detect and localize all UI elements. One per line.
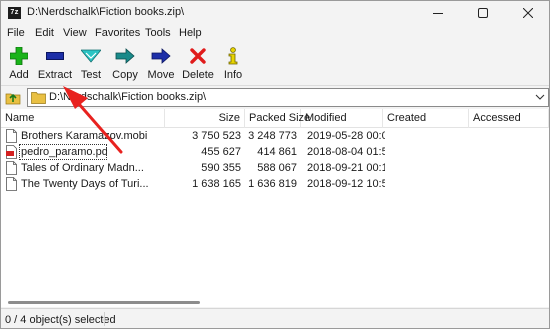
file-modified: 2018-08-04 01:53 xyxy=(307,146,385,158)
menu-file[interactable]: File xyxy=(5,27,27,39)
table-row[interactable]: Tales of Ordinary Madn... 590 355 588 06… xyxy=(1,160,549,176)
delete-icon xyxy=(187,46,209,66)
file-modified: 2019-05-28 00:07 xyxy=(307,130,385,142)
status-divider xyxy=(104,312,105,326)
up-folder-button[interactable] xyxy=(4,89,22,106)
menu-help[interactable]: Help xyxy=(177,27,204,39)
move-button[interactable]: Move xyxy=(147,46,175,84)
folder-icon xyxy=(31,92,46,104)
app-icon: 7z xyxy=(8,7,21,19)
file-size: 590 355 xyxy=(201,162,241,174)
scrollbar-thumb[interactable] xyxy=(8,301,200,304)
column-modified[interactable]: Modified xyxy=(301,109,383,128)
file-list: Name Size Packed Size Modified Created A… xyxy=(1,109,549,307)
move-label: Move xyxy=(147,69,175,81)
file-size: 455 627 xyxy=(201,146,241,158)
test-button[interactable]: Test xyxy=(79,46,103,84)
add-label: Add xyxy=(9,69,29,81)
add-button[interactable]: Add xyxy=(7,46,31,84)
column-name[interactable]: Name xyxy=(1,109,165,128)
menu-favorites[interactable]: Favorites xyxy=(93,27,142,39)
pdf-icon xyxy=(6,145,17,159)
address-bar: D:\Nerdschalk\Fiction books.zip\ xyxy=(1,87,549,107)
extract-label: Extract xyxy=(37,69,73,81)
file-size: 3 750 523 xyxy=(192,130,241,142)
file-packed-size: 1 636 819 xyxy=(248,178,297,190)
test-label: Test xyxy=(80,69,102,81)
table-row[interactable]: The Twenty Days of Turi... 1 638 165 1 6… xyxy=(1,176,549,192)
column-created[interactable]: Created xyxy=(383,109,469,128)
column-header: Name Size Packed Size Modified Created A… xyxy=(1,109,549,128)
menu-view[interactable]: View xyxy=(61,27,89,39)
title-bar: 7z D:\Nerdschalk\Fiction books.zip\ xyxy=(1,1,549,25)
minimize-icon xyxy=(433,13,443,14)
file-modified: 2018-09-12 10:51 xyxy=(307,178,385,190)
file-name: pedro_paramo.pdf xyxy=(19,144,107,160)
address-field[interactable]: D:\Nerdschalk\Fiction books.zip\ xyxy=(27,88,549,107)
address-path: D:\Nerdschalk\Fiction books.zip\ xyxy=(49,91,207,103)
menu-tools[interactable]: Tools xyxy=(143,27,173,39)
folder-up-icon xyxy=(5,93,21,105)
info-label: Info xyxy=(223,69,243,81)
document-icon xyxy=(6,177,17,191)
status-bar: 0 / 4 object(s) selected xyxy=(1,308,549,328)
file-modified: 2018-09-21 00:17 xyxy=(307,162,385,174)
horizontal-scrollbar[interactable] xyxy=(1,298,549,307)
menu-bar: File Edit View Favorites Tools Help xyxy=(1,26,549,43)
delete-button[interactable]: Delete xyxy=(182,46,214,84)
column-packed-size[interactable]: Packed Size xyxy=(245,109,310,128)
copy-label: Copy xyxy=(112,69,138,81)
info-button[interactable]: Info xyxy=(221,46,245,84)
test-icon xyxy=(80,46,102,66)
file-name: The Twenty Days of Turi... xyxy=(21,178,149,190)
copy-button[interactable]: Copy xyxy=(111,46,139,84)
table-row[interactable]: Brothers Karamazov.mobi 3 750 523 3 248 … xyxy=(1,128,549,144)
delete-label: Delete xyxy=(182,69,214,81)
close-icon xyxy=(523,8,533,18)
file-name: Brothers Karamazov.mobi xyxy=(21,130,148,142)
file-packed-size: 588 067 xyxy=(257,162,297,174)
file-name: Tales of Ordinary Madn... xyxy=(21,162,144,174)
toolbar: Add Extract Test Copy Move Delete Info xyxy=(1,44,549,86)
chevron-down-icon xyxy=(535,94,545,100)
close-button[interactable] xyxy=(509,1,547,25)
status-text: 0 / 4 object(s) selected xyxy=(5,314,116,326)
extract-button[interactable]: Extract xyxy=(37,46,73,84)
file-packed-size: 414 861 xyxy=(257,146,297,158)
document-icon xyxy=(6,129,17,143)
maximize-icon xyxy=(478,8,488,18)
minimize-button[interactable] xyxy=(419,1,457,25)
copy-icon xyxy=(114,46,136,66)
table-row[interactable]: pedro_paramo.pdf 455 627 414 861 2018-08… xyxy=(1,144,549,160)
column-accessed[interactable]: Accessed xyxy=(469,109,549,128)
extract-icon xyxy=(44,46,66,66)
window-title: D:\Nerdschalk\Fiction books.zip\ xyxy=(27,6,185,18)
column-size[interactable]: Size xyxy=(165,109,245,128)
move-icon xyxy=(150,46,172,66)
document-icon xyxy=(6,161,17,175)
file-packed-size: 3 248 773 xyxy=(248,130,297,142)
menu-edit[interactable]: Edit xyxy=(33,27,56,39)
app-window: 7z D:\Nerdschalk\Fiction books.zip\ File… xyxy=(0,0,550,329)
info-icon xyxy=(222,46,244,66)
file-size: 1 638 165 xyxy=(192,178,241,190)
add-icon xyxy=(8,46,30,66)
maximize-button[interactable] xyxy=(464,1,502,25)
